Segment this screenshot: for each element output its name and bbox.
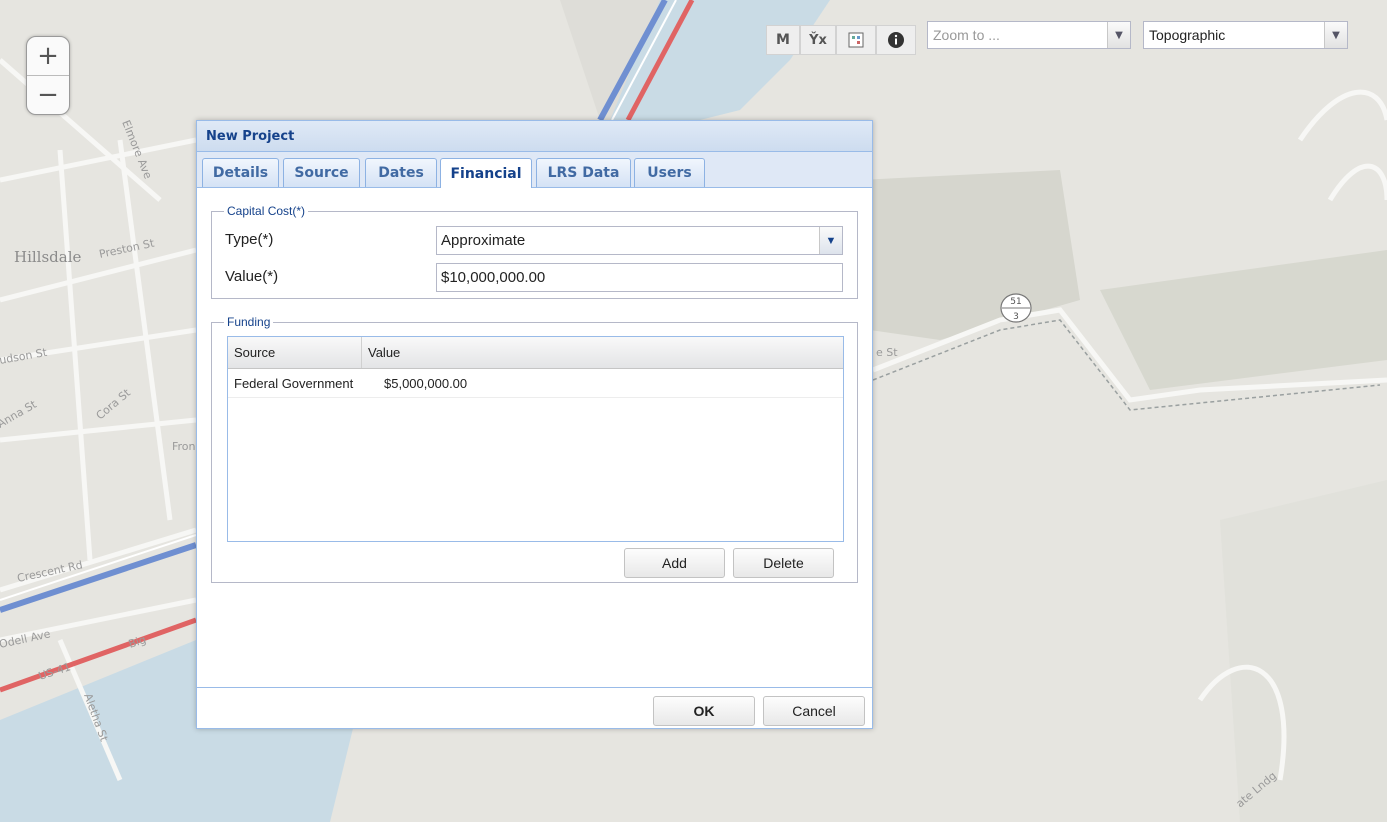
column-header-value[interactable]: Value — [362, 337, 400, 368]
dialog-header[interactable]: New Project — [197, 121, 872, 152]
tab-dates[interactable]: Dates — [365, 158, 437, 187]
tab-bar: Details Source Dates Financial LRS Data … — [197, 152, 872, 188]
map-label-right-st: e St — [876, 346, 898, 359]
route-shield-top: 51 — [1010, 297, 1021, 307]
value-input[interactable]: $10,000,000.00 — [436, 263, 843, 292]
basemap-value[interactable]: Topographic — [1144, 27, 1324, 43]
ok-button[interactable]: OK — [653, 696, 755, 726]
map-label-hillsdale: Hillsdale — [14, 248, 82, 266]
type-label: Type(*) — [225, 231, 274, 248]
zoom-out-button[interactable]: − — [27, 75, 69, 114]
tab-lrs-data[interactable]: LRS Data — [536, 158, 631, 187]
cell-value: $5,000,000.00 — [384, 375, 468, 391]
table-row[interactable]: Federal Government $5,000,000.00 — [228, 369, 843, 398]
info-icon — [888, 32, 904, 48]
tab-users[interactable]: Users — [634, 158, 705, 187]
measure-button[interactable]: M — [766, 25, 800, 55]
cancel-button[interactable]: Cancel — [763, 696, 865, 726]
funding-legend: Funding — [227, 315, 271, 329]
chevron-down-icon[interactable]: ▼ — [819, 227, 842, 254]
grid-header: Source Value — [228, 337, 843, 369]
cell-source: Federal Government — [234, 375, 354, 391]
type-value[interactable]: Approximate — [437, 232, 819, 249]
coordinates-button[interactable]: Y̌x — [800, 25, 836, 55]
type-select[interactable]: Approximate ▼ — [436, 226, 843, 255]
value-label: Value(*) — [225, 268, 279, 285]
chevron-down-icon[interactable]: ▼ — [1107, 22, 1130, 48]
funding-grid: Source Value Federal Government $5,000,0… — [227, 336, 844, 542]
dialog-title: New Project — [206, 128, 295, 144]
route-shield-bottom: 3 — [1013, 312, 1019, 322]
basemap-combo[interactable]: Topographic ▼ — [1143, 21, 1348, 49]
zoom-in-button[interactable]: + — [27, 37, 69, 75]
tab-financial[interactable]: Financial — [440, 158, 532, 188]
zoom-to-combo[interactable]: Zoom to ... ▼ — [927, 21, 1131, 49]
tab-details[interactable]: Details — [202, 158, 279, 187]
legend-icon — [848, 32, 864, 48]
chevron-down-icon[interactable]: ▼ — [1324, 22, 1347, 48]
delete-button[interactable]: Delete — [733, 548, 834, 578]
info-button[interactable] — [876, 25, 916, 55]
value-text[interactable]: $10,000,000.00 — [437, 269, 842, 286]
legend-button[interactable] — [836, 25, 876, 55]
zoom-to-input[interactable]: Zoom to ... — [928, 27, 1107, 43]
map-label-front: Fron — [172, 440, 196, 453]
add-button[interactable]: Add — [624, 548, 725, 578]
tab-source[interactable]: Source — [283, 158, 360, 187]
column-header-source[interactable]: Source — [228, 337, 362, 368]
coordinates-icon: Y̌x — [809, 32, 827, 48]
capital-cost-legend: Capital Cost(*) — [227, 204, 306, 218]
zoom-control: + − — [26, 36, 70, 115]
